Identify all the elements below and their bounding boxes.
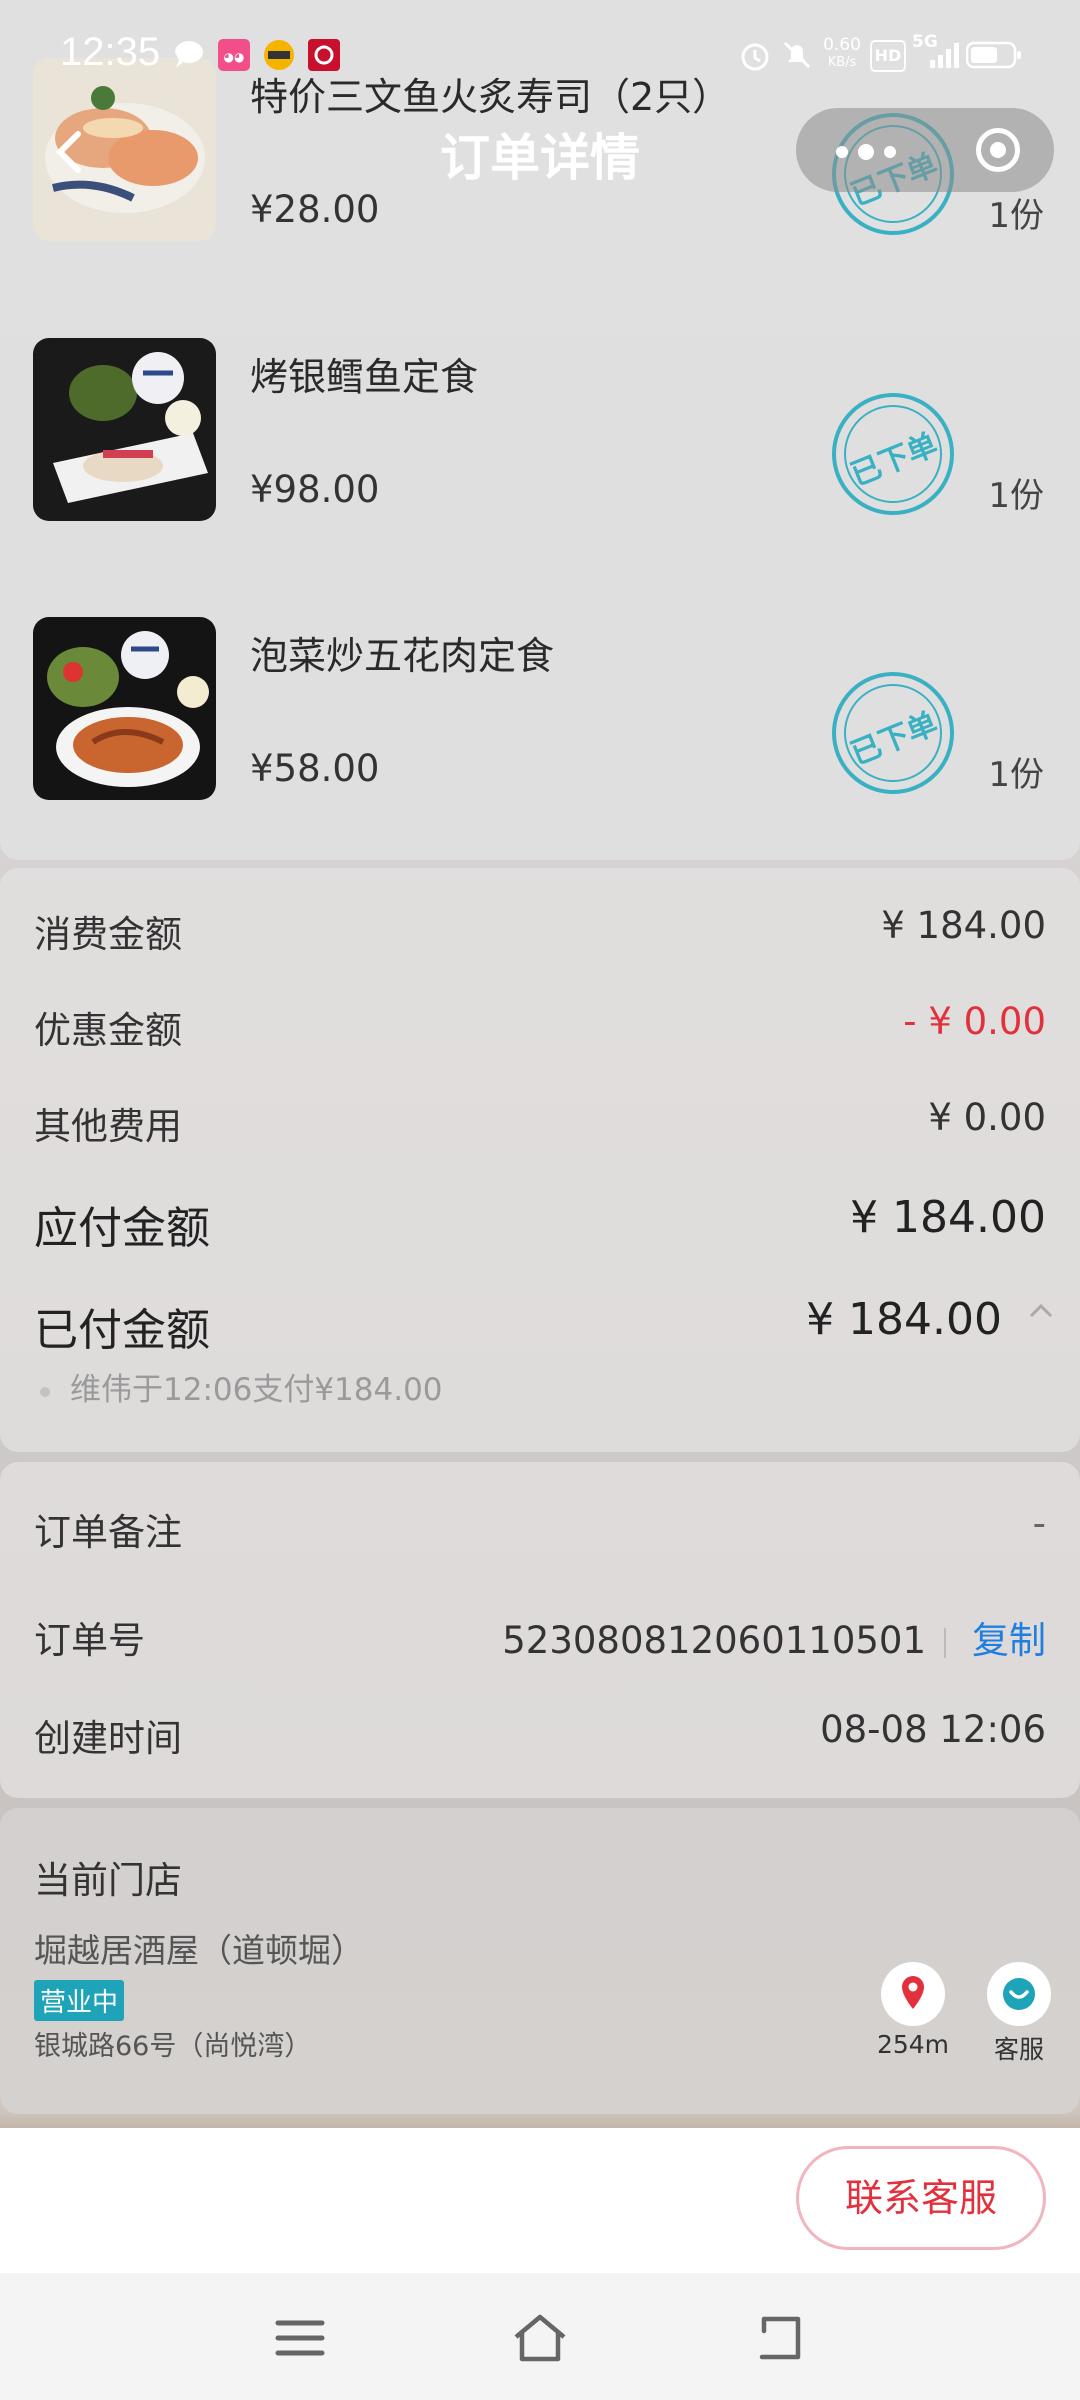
discount-amount-label: 优惠金额	[34, 1009, 182, 1052]
network-speed: 0.60 KB/s	[823, 35, 861, 70]
order-remark-value: -	[1032, 1502, 1046, 1545]
dish-image	[33, 338, 216, 521]
store-status-badge: 营业中	[34, 1980, 125, 2021]
signal-icon	[930, 43, 959, 68]
home-icon[interactable]	[510, 2311, 570, 2365]
more-button[interactable]	[826, 124, 916, 176]
nav-bar: 订单详情	[0, 100, 1080, 210]
created-time-value: 08-08 12:06	[820, 1708, 1046, 1751]
system-navigation-bar	[0, 2273, 1080, 2400]
payment-note: 维伟于12:06支付¥184.00	[40, 1364, 443, 1409]
miniprogram-capsule	[796, 108, 1054, 192]
customer-service-icon	[1003, 1978, 1035, 2010]
more-dot-icon	[836, 146, 848, 158]
more-dot-icon	[884, 146, 896, 158]
app-notification-icon: ◕◕	[218, 39, 250, 71]
dish-quantity: 1份	[988, 476, 1044, 516]
customer-service-label: 客服	[993, 2035, 1044, 2064]
hd-badge: HD	[870, 40, 906, 72]
dish-price: ¥58.00	[250, 747, 380, 790]
dish-image	[33, 617, 216, 800]
store-address: 银城路66号（尚悦湾）	[34, 2031, 312, 2062]
copy-button[interactable]: 复制	[972, 1619, 1046, 1662]
order-remark-label: 订单备注	[34, 1511, 182, 1554]
consume-amount-label: 消费金额	[34, 913, 182, 956]
svg-text:◕◕: ◕◕	[224, 50, 245, 64]
alarm-icon	[741, 43, 769, 71]
app-notification-icon	[308, 39, 340, 71]
status-bar: 12:35 ◕◕ 0.60 KB/s HD 5G	[0, 0, 1080, 110]
bottom-action-bar: 联系客服	[0, 2128, 1080, 2273]
discount-amount-value: - ¥ 0.00	[903, 1000, 1046, 1043]
mute-bell-icon	[783, 41, 811, 69]
contact-service-button[interactable]: 联系客服	[796, 2146, 1046, 2250]
consume-amount-value: ¥ 184.00	[881, 904, 1046, 947]
ordered-stamp: 已下单	[832, 672, 954, 794]
paid-amount-label: 已付金额	[34, 1305, 210, 1356]
created-time-label: 创建时间	[34, 1717, 182, 1760]
more-dot-icon	[858, 144, 874, 160]
dish-price: ¥98.00	[250, 468, 380, 511]
close-miniprogram-button[interactable]	[976, 128, 1020, 172]
other-fee-value: ¥ 0.00	[928, 1096, 1046, 1139]
order-item: 泡菜炒五花肉定食 ¥58.00 已下单 1份	[0, 617, 1080, 817]
order-number-value: 523080812060110501	[502, 1619, 926, 1662]
order-item: 烤银鳕鱼定食 ¥98.00 已下单 1份	[0, 338, 1080, 538]
menu-icon[interactable]	[270, 2311, 330, 2365]
divider	[944, 1627, 946, 1658]
payable-amount-value: ¥ 184.00	[850, 1192, 1046, 1243]
status-time: 12:35	[60, 30, 161, 74]
dish-quantity: 1份	[988, 755, 1044, 795]
order-number-value-group: 523080812060110501 复制	[502, 1610, 1046, 1664]
chat-bubble-icon	[175, 41, 203, 68]
battery-icon	[966, 41, 1021, 69]
paid-amount-value: ¥ 184.00	[806, 1294, 1002, 1345]
store-name[interactable]: 堀越居酒屋（道顿堀）	[34, 1924, 364, 1972]
back-nav-icon[interactable]	[750, 2311, 810, 2365]
store-heading: 当前门店	[34, 1859, 182, 1902]
chevron-up-icon[interactable]	[1028, 1298, 1054, 1324]
ordered-stamp: 已下单	[832, 393, 954, 515]
order-number-label: 订单号	[34, 1619, 145, 1662]
app-notification-icon	[264, 40, 294, 70]
dish-name: 烤银鳕鱼定食	[250, 355, 479, 399]
other-fee-label: 其他费用	[34, 1105, 182, 1148]
store-distance: 254m	[876, 2030, 950, 2059]
customer-service-icon-button[interactable]	[987, 1962, 1051, 2026]
location-pin-icon	[902, 1976, 924, 2009]
payable-amount-label: 应付金额	[34, 1203, 210, 1254]
navigate-button[interactable]	[881, 1962, 945, 2026]
dish-name: 泡菜炒五花肉定食	[250, 634, 555, 678]
